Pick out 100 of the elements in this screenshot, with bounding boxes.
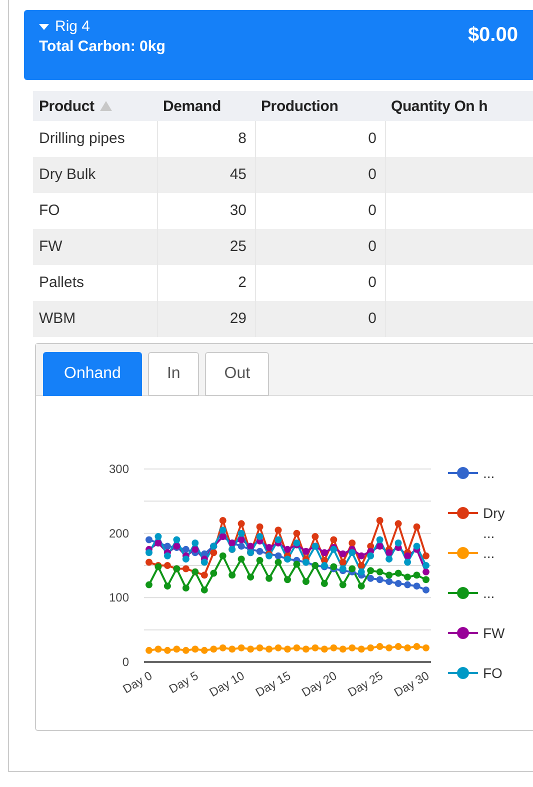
point [404, 644, 412, 652]
legend-label: ... [483, 545, 495, 561]
point [146, 558, 152, 566]
point [394, 580, 402, 588]
column-header[interactable]: Production [255, 91, 385, 121]
axis-label: 200 [108, 526, 129, 540]
point [386, 572, 393, 579]
table-cell: Pallets [33, 265, 157, 301]
point [386, 549, 393, 556]
column-header[interactable]: Demand [157, 91, 255, 121]
point [192, 546, 199, 553]
point [284, 646, 291, 653]
legend-label: ... [483, 585, 495, 601]
point [394, 539, 402, 546]
axis-label: Day 10 [206, 668, 247, 700]
tab[interactable]: In [148, 352, 200, 396]
point [238, 644, 245, 652]
point [266, 646, 273, 653]
point [210, 646, 218, 653]
point [348, 644, 356, 652]
table-cell: Dry Bulk [33, 157, 157, 193]
point [146, 549, 152, 556]
point [238, 542, 245, 550]
point [386, 578, 393, 586]
point [422, 586, 430, 594]
point [422, 644, 430, 652]
point [404, 558, 412, 566]
point [266, 544, 273, 551]
tab[interactable]: Onhand [43, 352, 142, 396]
point [182, 546, 190, 553]
column-header[interactable]: Quantity On h [385, 91, 533, 121]
point [422, 552, 430, 560]
point [293, 530, 300, 537]
point [284, 546, 291, 553]
point [154, 533, 162, 540]
table-cell: FW [33, 229, 157, 265]
legend-label: ... [483, 465, 495, 481]
table-cell: 29 [157, 301, 255, 337]
table-cell: Drilling pipes [33, 121, 157, 157]
point [192, 539, 199, 546]
point [413, 523, 420, 530]
point [376, 542, 384, 550]
point [210, 549, 218, 556]
point [320, 580, 328, 588]
point [320, 646, 328, 653]
axis-label: 100 [108, 590, 129, 605]
point [238, 556, 245, 563]
point [247, 574, 254, 581]
table-cell: 0 [255, 157, 385, 193]
point [164, 582, 171, 590]
point [200, 572, 208, 579]
point [164, 552, 171, 560]
point [200, 586, 208, 594]
point [394, 570, 402, 577]
point [182, 565, 190, 572]
point [339, 581, 346, 588]
carbon-total: Total Carbon: 0kg [39, 38, 166, 55]
point [386, 644, 393, 652]
table-cell: FO [33, 193, 157, 229]
point [146, 536, 152, 544]
point [422, 576, 430, 584]
point [247, 542, 254, 550]
point [219, 552, 226, 560]
point [228, 646, 236, 653]
point [312, 644, 319, 652]
cost-total: $0.00 [468, 24, 518, 48]
point [293, 644, 300, 652]
point [274, 552, 282, 560]
point [219, 526, 226, 534]
point [256, 556, 264, 564]
point [376, 536, 384, 544]
point [238, 536, 245, 544]
point [274, 526, 282, 534]
legend-label: FW [483, 625, 505, 641]
tab[interactable]: Out [205, 352, 270, 396]
point [200, 558, 208, 566]
point [413, 572, 420, 579]
point [219, 644, 226, 652]
point [386, 556, 393, 563]
point [173, 536, 180, 544]
point [348, 565, 356, 572]
point [376, 516, 384, 524]
point [320, 549, 328, 556]
axis-label: 300 [108, 462, 129, 476]
axis-label: Day 20 [299, 668, 340, 700]
point [339, 550, 346, 558]
table-cell: 0 [255, 301, 385, 337]
point [348, 539, 356, 546]
point [274, 644, 282, 652]
table-cell: 45 [157, 157, 255, 193]
point [312, 533, 319, 540]
rig-toggle[interactable]: Rig 4 [39, 18, 166, 35]
column-header[interactable]: Product [33, 91, 157, 121]
point [238, 520, 245, 528]
point [367, 644, 374, 652]
point [164, 646, 171, 654]
point [413, 542, 420, 550]
axis-label: 0 [122, 655, 129, 669]
point [266, 574, 273, 582]
point [404, 581, 412, 588]
